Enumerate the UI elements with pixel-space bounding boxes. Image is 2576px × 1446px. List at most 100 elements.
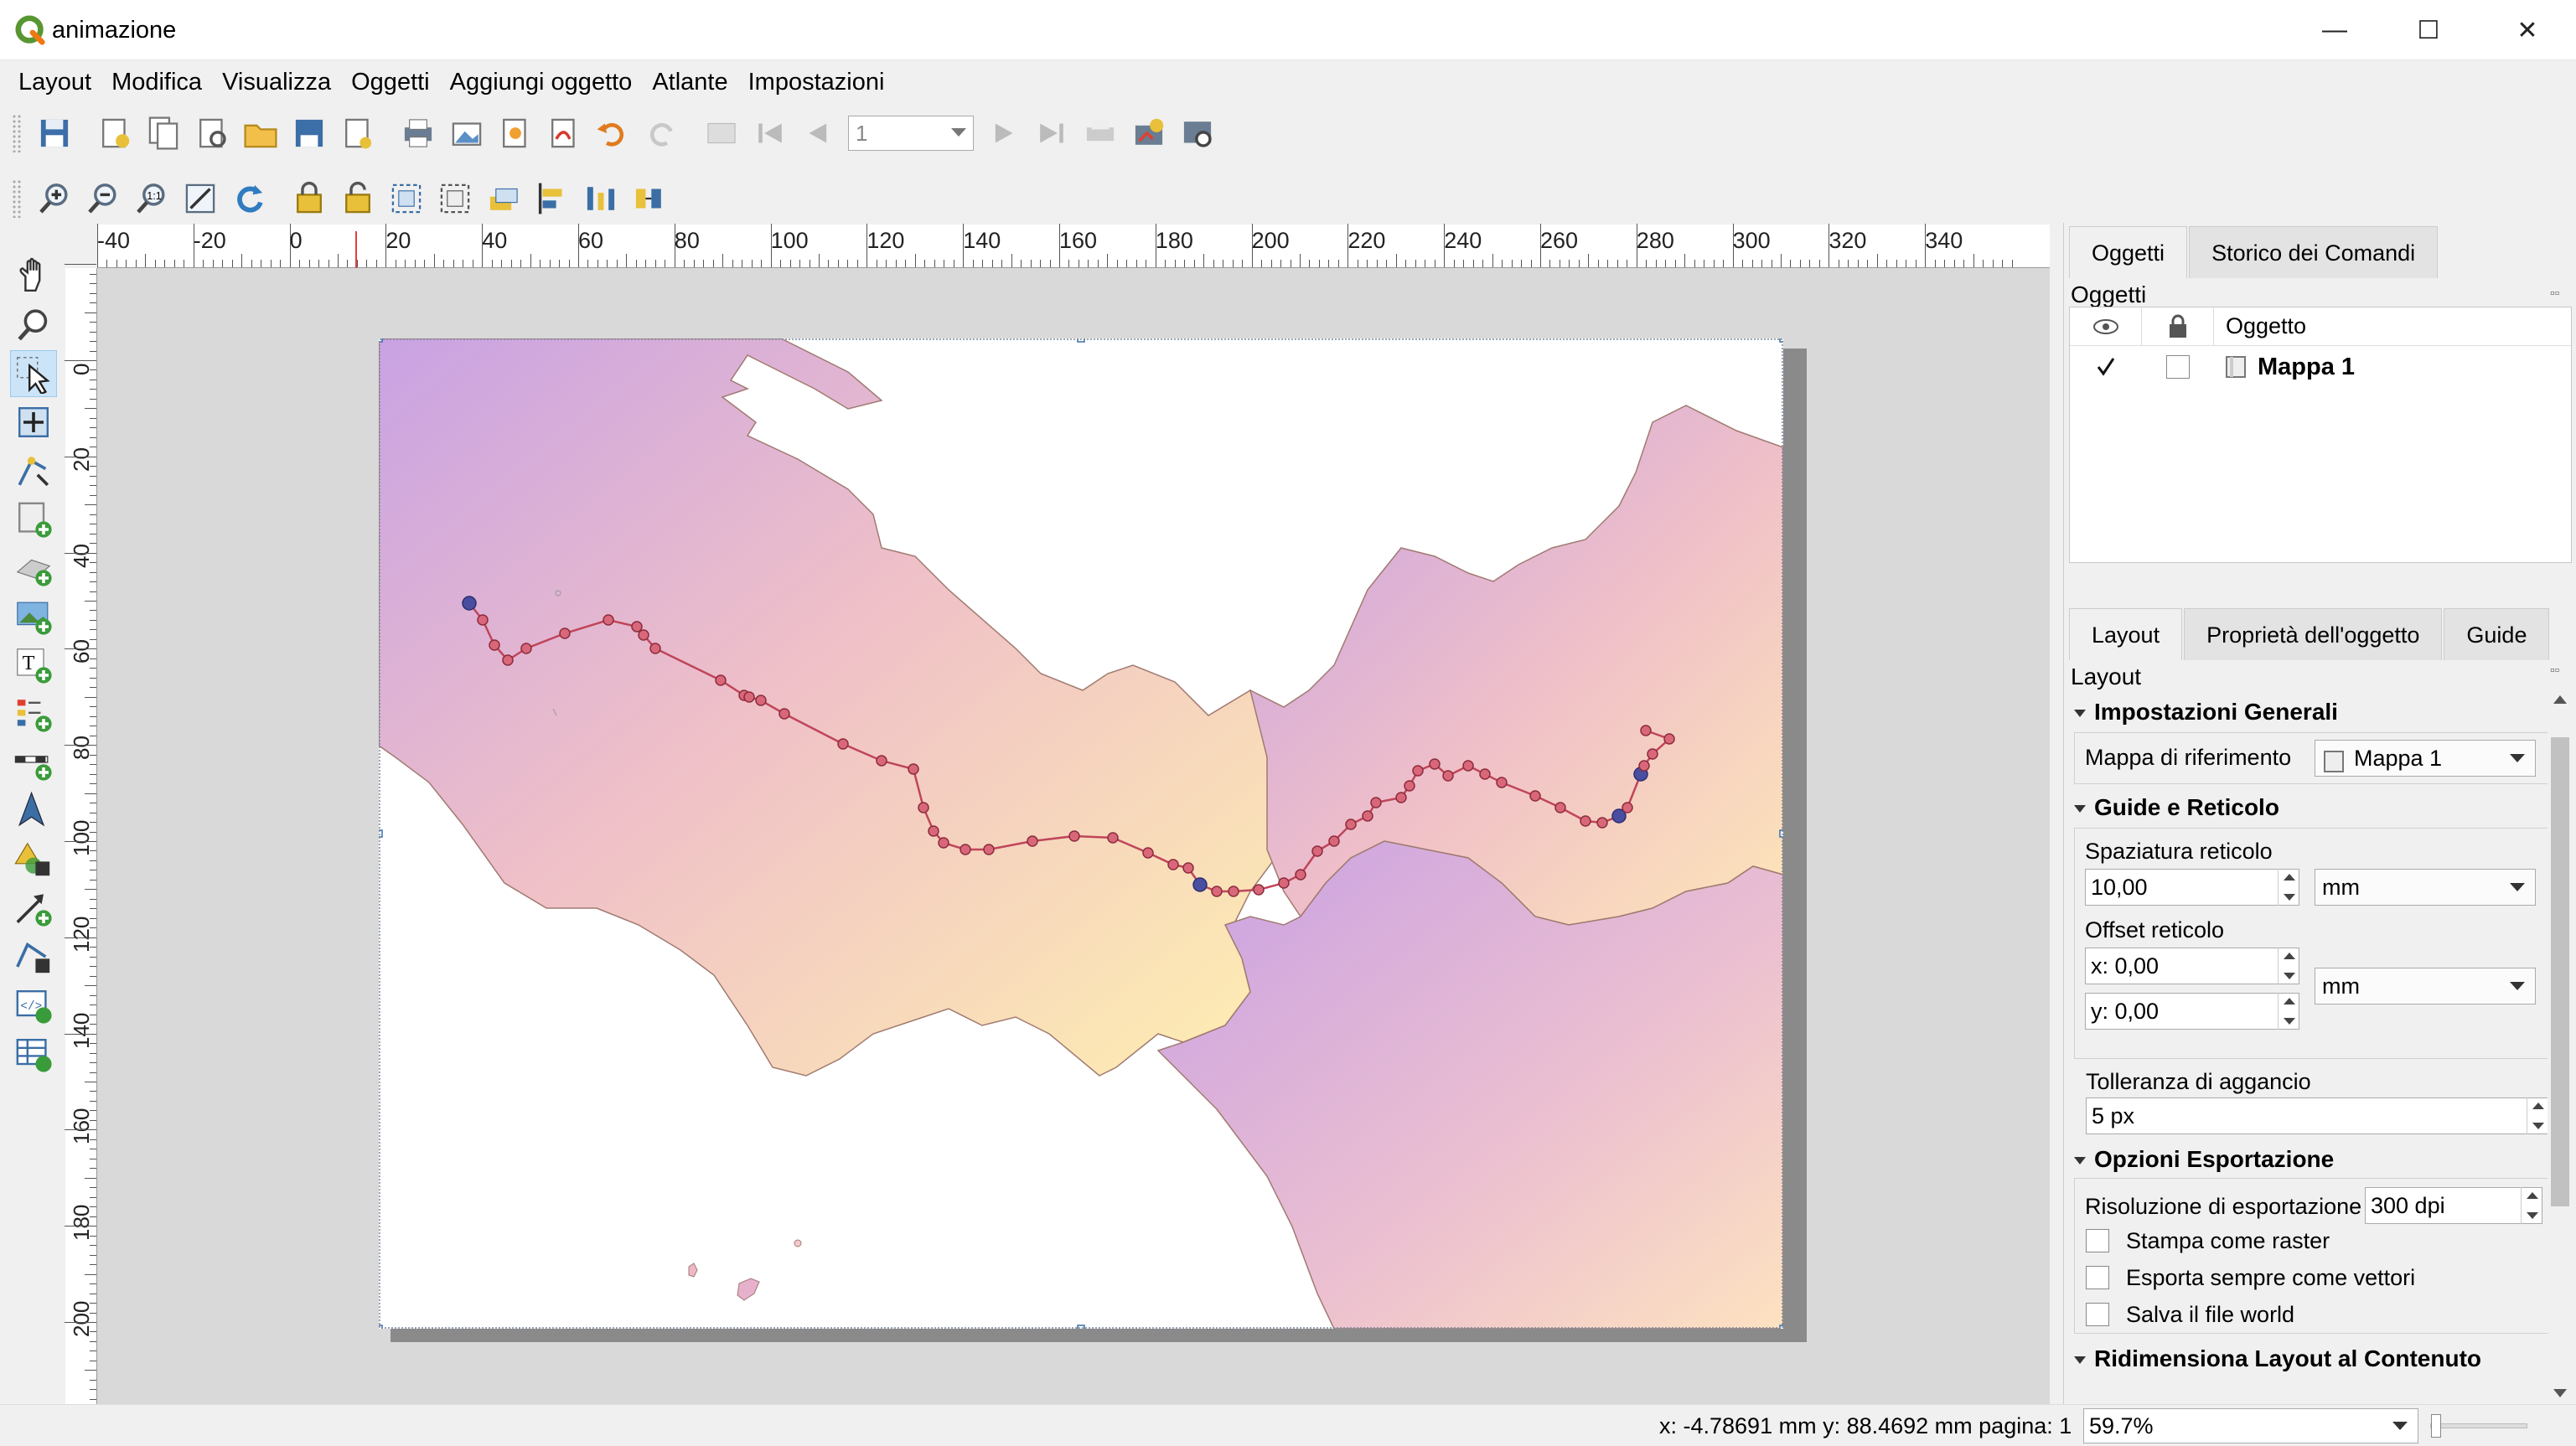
ref-map-combo[interactable]: Mappa 1 <box>2315 740 2536 777</box>
option-salva-world[interactable]: Salva il file world <box>2086 1300 2294 1329</box>
export-atlas-icon[interactable] <box>1125 109 1173 158</box>
option-stampa-raster[interactable]: Stampa come raster <box>2086 1227 2330 1255</box>
zoom-out-icon[interactable] <box>79 174 127 223</box>
duplicate-layout-icon[interactable] <box>139 109 188 158</box>
maximize-button[interactable]: ☐ <box>2380 0 2477 60</box>
object-visible-checkbox[interactable] <box>2094 355 2118 379</box>
add-3d-map-icon[interactable] <box>10 545 57 591</box>
toolbar-handle[interactable] <box>12 179 22 218</box>
add-node-item-icon[interactable] <box>10 933 57 980</box>
select-tool-icon[interactable] <box>10 350 57 397</box>
menu-aggiungi-oggetto[interactable]: Aggiungi oggetto <box>440 60 643 104</box>
menu-impostazioni[interactable]: Impostazioni <box>738 60 895 104</box>
print-icon[interactable] <box>394 109 442 158</box>
zoom-tool-icon[interactable] <box>10 302 57 349</box>
tab-proprieta-oggetto[interactable]: Proprietà dell'oggetto <box>2184 608 2443 660</box>
grid-offset-unit-combo[interactable]: mm <box>2315 968 2536 1004</box>
panel-close-icon[interactable]: ▫▫ <box>2550 287 2559 302</box>
grid-offset-y-input[interactable]: y: 0,00 <box>2085 993 2299 1030</box>
grid-offset-x-input[interactable]: x: 0,00 <box>2085 948 2299 984</box>
lock-column-icon[interactable] <box>2142 307 2214 346</box>
snap-tolerance-spinner[interactable] <box>2527 1097 2548 1134</box>
menu-layout[interactable]: Layout <box>8 60 101 104</box>
grid-spacing-unit-combo[interactable]: mm <box>2315 869 2536 906</box>
zoom-level-combo[interactable]: 59.7% <box>2083 1408 2418 1443</box>
atlas-preview-icon[interactable] <box>697 109 746 158</box>
refresh-icon[interactable] <box>225 174 273 223</box>
save-icon[interactable] <box>30 109 79 158</box>
raise-items-icon[interactable] <box>479 174 528 223</box>
pan-tool-icon[interactable] <box>10 253 57 300</box>
menu-oggetti[interactable]: Oggetti <box>341 60 440 104</box>
add-attribute-table-icon[interactable] <box>10 1030 57 1077</box>
redo-icon[interactable] <box>637 109 685 158</box>
visibility-column-icon[interactable] <box>2070 307 2142 346</box>
add-north-arrow-icon[interactable] <box>10 788 57 834</box>
align-left-icon[interactable] <box>528 174 577 223</box>
zoom-full-icon[interactable] <box>176 174 225 223</box>
previous-feature-icon[interactable] <box>794 109 843 158</box>
undo-icon[interactable] <box>588 109 637 158</box>
export-resolution-input[interactable]: 300 dpi <box>2365 1187 2542 1224</box>
add-arrow-icon[interactable] <box>10 885 57 932</box>
section-opzioni-esportazione[interactable]: Opzioni Esportazione <box>2074 1146 2334 1173</box>
add-legend-icon[interactable] <box>10 690 57 737</box>
stampa-raster-checkbox[interactable] <box>2086 1229 2109 1252</box>
object-lock-checkbox[interactable] <box>2166 355 2190 379</box>
layout-manager-icon[interactable] <box>188 109 236 158</box>
snap-tolerance-input[interactable]: 5 px <box>2086 1097 2548 1134</box>
unlock-items-icon[interactable] <box>334 174 382 223</box>
add-map-icon[interactable] <box>10 496 57 543</box>
first-feature-icon[interactable] <box>746 109 794 158</box>
scroll-down-icon[interactable] <box>2553 1389 2567 1397</box>
tab-storico-comandi[interactable]: Storico dei Comandi <box>2189 226 2439 278</box>
layout-panel-scrollbar[interactable] <box>2548 687 2573 1407</box>
zoom-in-icon[interactable] <box>30 174 79 223</box>
resize-icon[interactable] <box>625 174 674 223</box>
export-resolution-spinner[interactable] <box>2521 1187 2542 1224</box>
edit-nodes-icon[interactable] <box>10 447 57 494</box>
toolbar-handle[interactable] <box>12 114 22 152</box>
salva-world-checkbox[interactable] <box>2086 1303 2109 1326</box>
add-picture-icon[interactable] <box>10 593 57 640</box>
grid-offset-y-spinner[interactable] <box>2278 993 2299 1030</box>
export-image-icon[interactable] <box>442 109 491 158</box>
zoom-slider[interactable] <box>2430 1414 2527 1438</box>
menu-modifica[interactable]: Modifica <box>101 60 212 104</box>
section-guide-reticolo[interactable]: Guide e Reticolo <box>2074 794 2279 821</box>
open-template-icon[interactable] <box>236 109 285 158</box>
new-page-icon[interactable] <box>334 109 382 158</box>
tab-oggetti[interactable]: Oggetti <box>2069 226 2188 278</box>
object-row-mappa-1[interactable]: Mappa 1 <box>2070 346 2571 388</box>
grid-offset-x-spinner[interactable] <box>2278 948 2299 984</box>
atlas-settings-icon[interactable] <box>1173 109 1222 158</box>
tab-guide[interactable]: Guide <box>2444 608 2550 660</box>
add-scalebar-icon[interactable] <box>10 739 57 786</box>
atlas-page-select[interactable]: 1 <box>848 116 974 151</box>
panel-close-icon[interactable]: ▫▫ <box>2550 664 2559 679</box>
distribute-icon[interactable] <box>577 174 625 223</box>
add-shape-icon[interactable] <box>10 836 57 883</box>
zoom-100-icon[interactable]: 1:1 <box>127 174 176 223</box>
tab-layout[interactable]: Layout <box>2069 608 2183 660</box>
save-template-icon[interactable] <box>285 109 334 158</box>
scrollbar-thumb[interactable] <box>2551 737 2569 1206</box>
layout-canvas[interactable] <box>97 268 2050 1404</box>
add-html-icon[interactable]: </> <box>10 982 57 1029</box>
export-pdf-icon[interactable] <box>540 109 588 158</box>
export-svg-icon[interactable] <box>491 109 540 158</box>
ungroup-items-icon[interactable] <box>431 174 479 223</box>
section-impostazioni-generali[interactable]: Impostazioni Generali <box>2074 699 2338 726</box>
horizontal-ruler[interactable]: -40 -20 0 20 40 60 80 100 120 140 160 180 200 220 240 2… <box>97 224 2050 268</box>
close-button[interactable]: ✕ <box>2479 0 2576 60</box>
section-ridimensiona-layout[interactable]: Ridimensiona Layout al Contenuto <box>2074 1345 2481 1372</box>
move-content-icon[interactable] <box>10 399 57 446</box>
minimize-button[interactable]: — <box>2286 0 2383 60</box>
last-feature-icon[interactable] <box>1027 109 1076 158</box>
scroll-up-icon[interactable] <box>2553 695 2567 704</box>
next-feature-icon[interactable] <box>979 109 1027 158</box>
print-atlas-icon[interactable] <box>1076 109 1125 158</box>
lock-items-icon[interactable] <box>285 174 334 223</box>
grid-spacing-input[interactable]: 10,00 <box>2085 869 2299 906</box>
esporta-vettori-checkbox[interactable] <box>2086 1266 2109 1289</box>
